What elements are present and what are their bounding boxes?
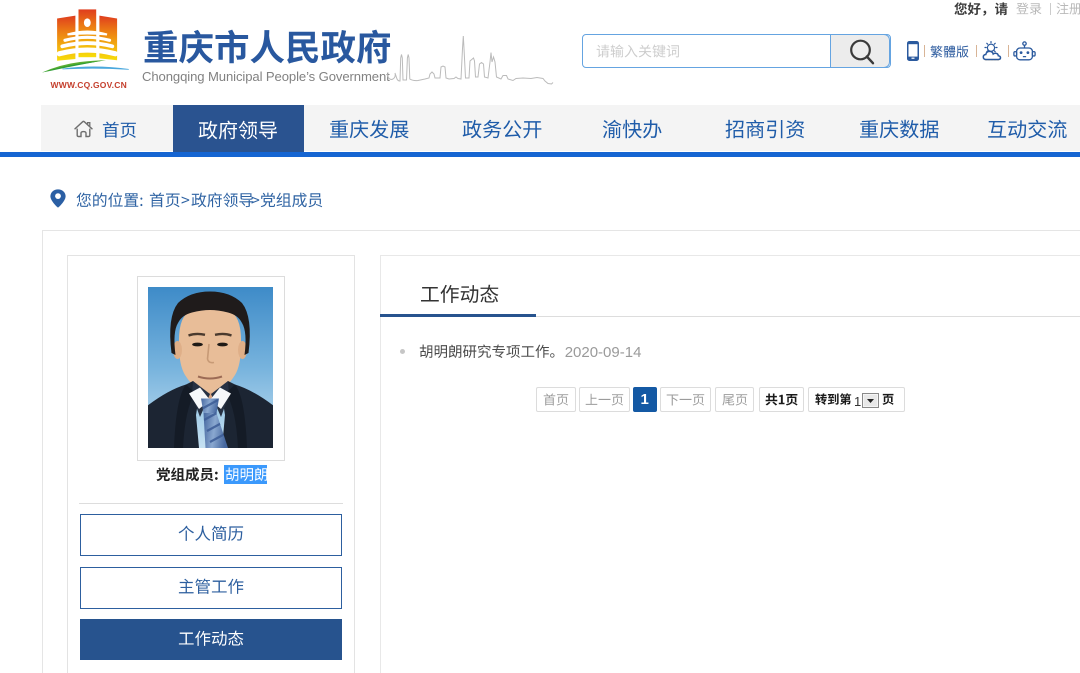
svg-text:WWW.CQ.GOV.CN: WWW.CQ.GOV.CN	[51, 80, 127, 90]
